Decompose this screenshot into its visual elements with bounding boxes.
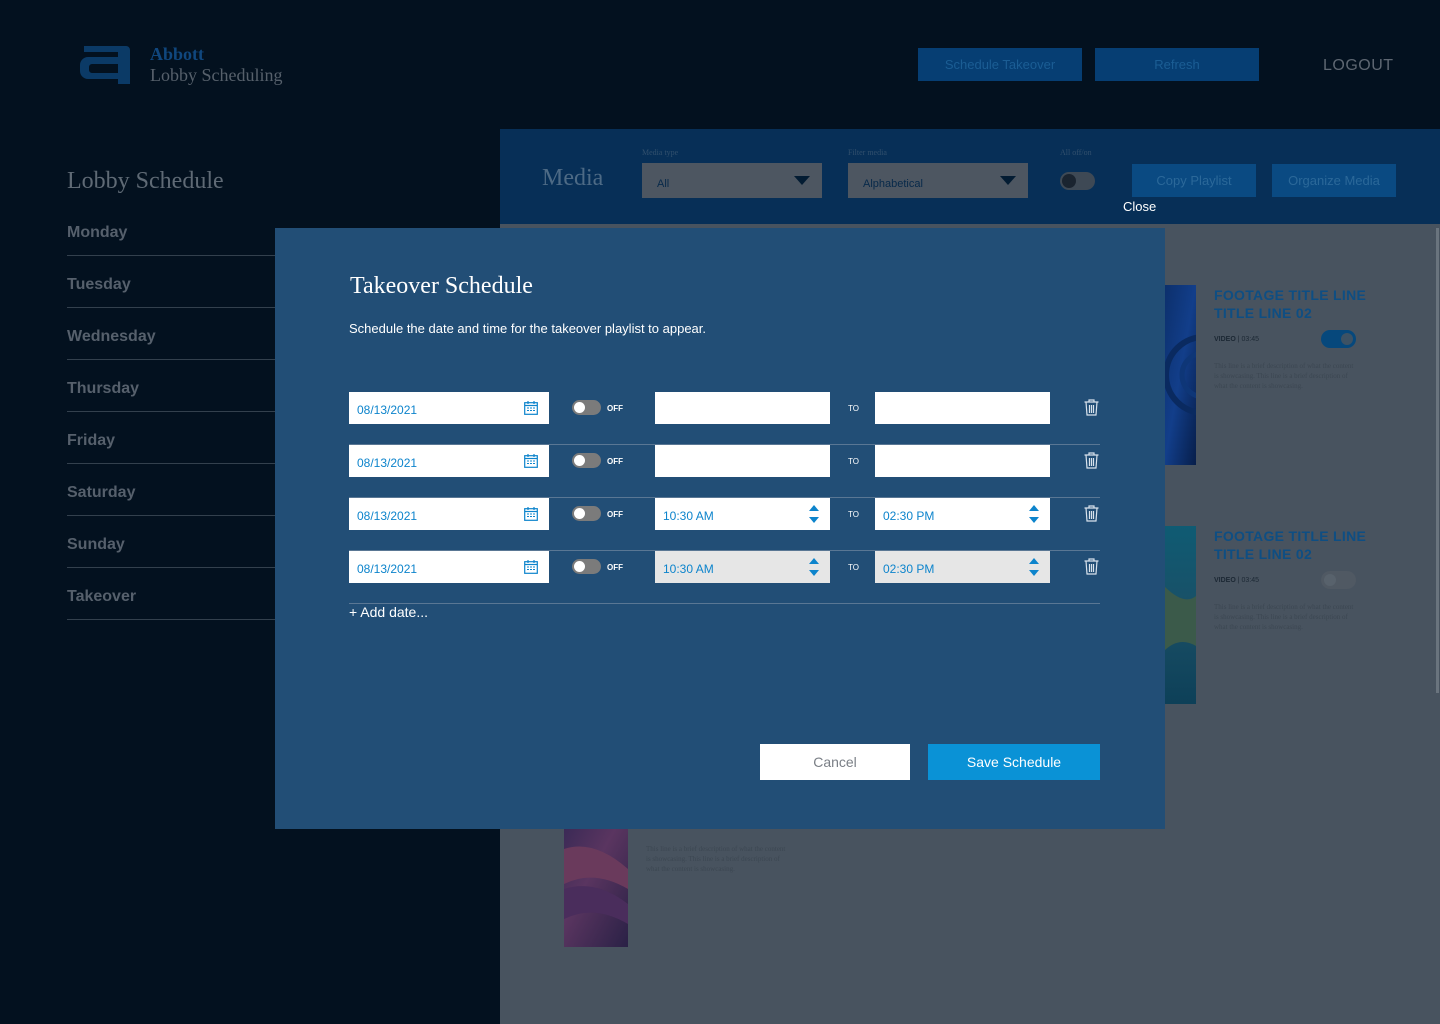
- organize-media-button[interactable]: Organize Media: [1272, 164, 1396, 197]
- schedule-takeover-button[interactable]: Schedule Takeover: [918, 48, 1082, 81]
- filter-media-select[interactable]: Alphabetical: [848, 163, 1028, 198]
- start-time-field[interactable]: [655, 392, 830, 424]
- abbott-logo-icon: [80, 46, 130, 84]
- card-description: This line is a brief description of what…: [646, 845, 786, 873]
- to-label: TO: [848, 457, 859, 466]
- cancel-button[interactable]: Cancel: [760, 744, 910, 780]
- trash-icon[interactable]: [1084, 452, 1099, 469]
- card-meta: VIDEO | 03:45: [1214, 336, 1260, 343]
- time-toggle[interactable]: [572, 506, 601, 521]
- card-enable-toggle[interactable]: [1321, 571, 1356, 589]
- time-toggle[interactable]: [572, 453, 601, 468]
- modal-subtitle: Schedule the date and time for the takeo…: [349, 321, 707, 336]
- start-time-field[interactable]: 10:30 AM: [655, 498, 830, 530]
- time-toggle[interactable]: [572, 559, 601, 574]
- card-enable-toggle[interactable]: [1321, 330, 1356, 348]
- time-spinner-icon[interactable]: [1028, 557, 1040, 577]
- save-schedule-button[interactable]: Save Schedule: [928, 744, 1100, 780]
- calendar-icon[interactable]: [524, 507, 538, 521]
- all-media-toggle[interactable]: [1060, 172, 1095, 190]
- end-time-field[interactable]: 02:30 PM: [875, 498, 1050, 530]
- calendar-icon[interactable]: [524, 560, 538, 574]
- brand-name: Abbott: [150, 44, 205, 64]
- schedule-row: 08/13/2021 OFF 10:30 AM TO 02:30 PM: [349, 551, 1100, 604]
- media-thumbnail[interactable]: [1164, 526, 1196, 704]
- schedule-row: 08/13/2021 OFF TO: [349, 445, 1100, 498]
- sidebar-item-thursday[interactable]: Thursday: [67, 360, 277, 412]
- date-field[interactable]: 08/13/2021: [349, 551, 549, 583]
- start-time-field[interactable]: [655, 445, 830, 477]
- sidebar-item-wednesday[interactable]: Wednesday: [67, 308, 277, 360]
- toggle-state-label: OFF: [607, 563, 623, 572]
- time-toggle[interactable]: [572, 400, 601, 415]
- card-meta: VIDEO | 03:45: [1214, 577, 1260, 584]
- trash-icon[interactable]: [1084, 505, 1099, 522]
- end-time-field[interactable]: 02:30 PM: [875, 551, 1050, 583]
- media-type-value: All: [657, 177, 670, 190]
- all-toggle-label: All off/on: [1060, 148, 1092, 157]
- to-label: TO: [848, 404, 859, 413]
- modal-title: Takeover Schedule: [350, 273, 533, 299]
- media-toolbar: Media Media type All Filter media Alphab…: [500, 129, 1440, 224]
- calendar-icon[interactable]: [524, 454, 538, 468]
- start-time-value: 10:30 AM: [663, 561, 714, 576]
- sidebar-item-saturday[interactable]: Saturday: [67, 464, 277, 516]
- media-type-select[interactable]: All: [642, 163, 822, 198]
- toggle-state-label: OFF: [607, 404, 623, 413]
- filter-media-value: Alphabetical: [863, 177, 923, 190]
- card-description: This line is a brief description of what…: [1214, 362, 1354, 390]
- sidebar-title: Lobby Schedule: [67, 168, 224, 194]
- takeover-schedule-modal: Takeover Schedule Schedule the date and …: [275, 228, 1165, 829]
- add-date-link[interactable]: + Add date...: [349, 604, 428, 620]
- sidebar-item-friday[interactable]: Friday: [67, 412, 277, 464]
- media-thumbnail[interactable]: [1164, 285, 1196, 465]
- date-field[interactable]: 08/13/2021: [349, 445, 549, 477]
- media-thumbnail[interactable]: [564, 829, 628, 947]
- day-nav: Monday Tuesday Wednesday Thursday Friday…: [67, 204, 277, 620]
- end-time-field[interactable]: [875, 392, 1050, 424]
- schedule-row: 08/13/2021 OFF TO: [349, 392, 1100, 445]
- chevron-down-icon: [1000, 176, 1016, 185]
- date-field[interactable]: 08/13/2021: [349, 392, 549, 424]
- toggle-state-label: OFF: [607, 457, 623, 466]
- time-spinner-icon[interactable]: [808, 557, 820, 577]
- end-time-value: 02:30 PM: [883, 508, 935, 523]
- date-value: 08/13/2021: [357, 508, 418, 523]
- start-time-value: 10:30 AM: [663, 508, 714, 523]
- trash-icon[interactable]: [1084, 399, 1099, 416]
- start-time-field[interactable]: 10:30 AM: [655, 551, 830, 583]
- media-title: Media: [542, 165, 604, 191]
- time-spinner-icon[interactable]: [1028, 504, 1040, 524]
- toggle-state-label: OFF: [607, 510, 623, 519]
- card-title: FOOTAGE TITLE LINE TITLE LINE 02: [1214, 528, 1367, 562]
- end-time-field[interactable]: [875, 445, 1050, 477]
- chevron-down-icon: [794, 176, 810, 185]
- sidebar-item-sunday[interactable]: Sunday: [67, 516, 277, 568]
- filter-media-label: Filter media: [848, 148, 887, 157]
- trash-icon[interactable]: [1084, 558, 1099, 575]
- schedule-row: 08/13/2021 OFF 10:30 AM TO 02:30 PM: [349, 498, 1100, 551]
- logout-link[interactable]: LOGOUT: [1323, 57, 1394, 75]
- date-field[interactable]: 08/13/2021: [349, 498, 549, 530]
- sidebar-item-takeover[interactable]: Takeover: [67, 568, 277, 620]
- app-name: Lobby Scheduling: [150, 65, 283, 85]
- copy-playlist-button[interactable]: Copy Playlist: [1132, 164, 1256, 197]
- end-time-value: 02:30 PM: [883, 561, 935, 576]
- card-title: FOOTAGE TITLE LINE TITLE LINE 02: [1214, 287, 1367, 321]
- calendar-icon[interactable]: [524, 401, 538, 415]
- date-value: 08/13/2021: [357, 561, 418, 576]
- refresh-button[interactable]: Refresh: [1095, 48, 1259, 81]
- card-description: This line is a brief description of what…: [1214, 603, 1354, 631]
- sidebar-item-tuesday[interactable]: Tuesday: [67, 256, 277, 308]
- media-scrollbar[interactable]: [1436, 228, 1439, 693]
- close-media-link[interactable]: Close: [1123, 199, 1156, 214]
- media-type-label: Media type: [642, 148, 679, 157]
- date-value: 08/13/2021: [357, 455, 418, 470]
- time-spinner-icon[interactable]: [808, 504, 820, 524]
- sidebar-item-monday[interactable]: Monday: [67, 204, 277, 256]
- to-label: TO: [848, 510, 859, 519]
- to-label: TO: [848, 563, 859, 572]
- date-value: 08/13/2021: [357, 402, 418, 417]
